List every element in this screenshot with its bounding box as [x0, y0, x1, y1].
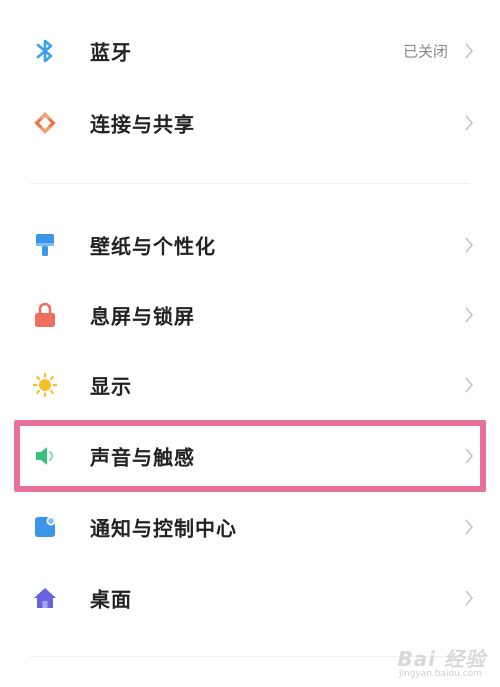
settings-row-label: 息屏与锁屏 — [90, 304, 195, 329]
highlight-box — [14, 420, 486, 492]
bluetooth-status: 已关闭 — [402, 42, 448, 61]
connection-share-icon — [32, 110, 58, 136]
settings-row-bluetooth[interactable]: 蓝牙 已关闭 — [0, 16, 500, 86]
settings-row-wallpaper[interactable]: 壁纸与个性化 — [0, 210, 500, 280]
lock-icon — [32, 302, 58, 328]
settings-row-lock-screen[interactable]: 息屏与锁屏 — [0, 280, 500, 350]
settings-row-notifications[interactable]: 通知与控制中心 — [0, 492, 500, 562]
watermark: Bai 经验 jingyan.baidu.com — [340, 643, 490, 683]
chevron-right-icon — [465, 377, 474, 393]
sun-icon — [32, 372, 58, 398]
settings-row-label: 显示 — [90, 374, 132, 399]
paint-brush-icon — [32, 232, 58, 258]
settings-row-label: 壁纸与个性化 — [90, 234, 216, 259]
settings-row-display[interactable]: 显示 — [0, 350, 500, 420]
chevron-right-icon — [465, 519, 474, 535]
chevron-right-icon — [465, 237, 474, 253]
settings-row-label: 桌面 — [90, 587, 132, 612]
watermark-text: Bai 经验 — [397, 647, 486, 671]
settings-row-home-screen[interactable]: 桌面 — [0, 563, 500, 633]
settings-row-label: 蓝牙 — [90, 40, 132, 65]
settings-row-label: 通知与控制中心 — [90, 516, 237, 541]
chevron-right-icon — [465, 115, 474, 131]
home-icon — [32, 585, 58, 611]
bluetooth-icon — [32, 38, 58, 64]
settings-row-connection-share[interactable]: 连接与共享 — [0, 88, 500, 158]
watermark-url: jingyan.baidu.com — [398, 669, 482, 679]
notification-icon — [32, 514, 58, 540]
section-divider — [30, 183, 470, 184]
settings-row-label: 连接与共享 — [90, 112, 195, 137]
chevron-right-icon — [465, 307, 474, 323]
chevron-right-icon — [465, 43, 474, 59]
chevron-right-icon — [465, 590, 474, 606]
